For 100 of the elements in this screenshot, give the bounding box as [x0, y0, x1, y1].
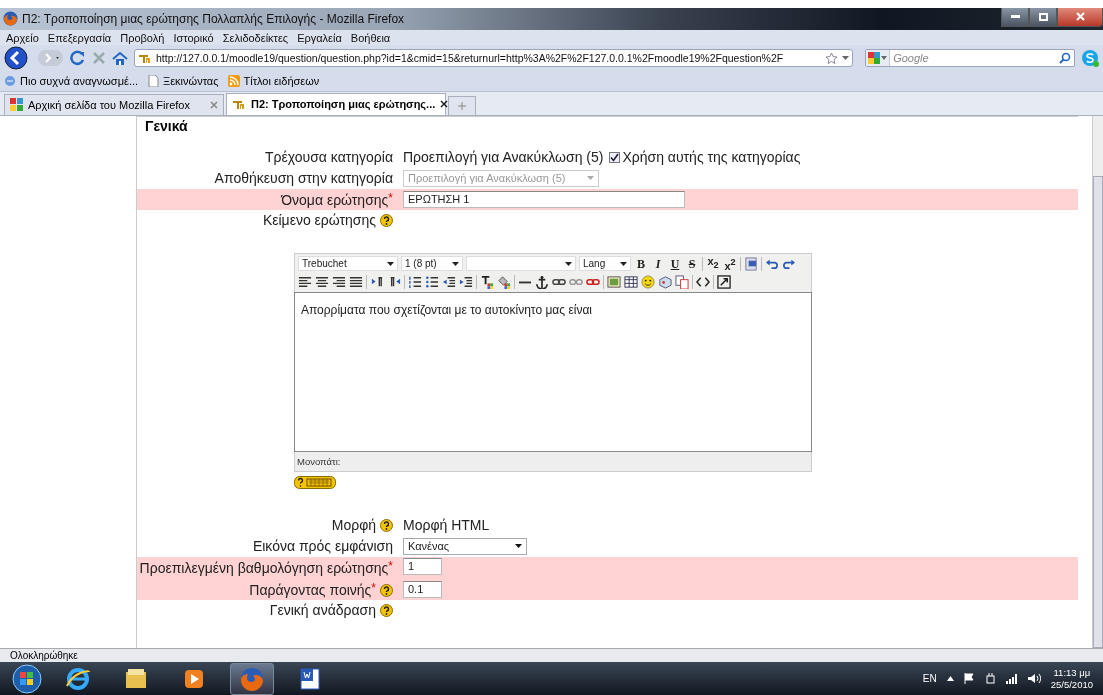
format-button[interactable]: S [685, 256, 699, 271]
align-left-icon[interactable] [298, 274, 312, 289]
format-button[interactable]: x$_{2}$ [706, 254, 720, 273]
search-replace-icon[interactable] [675, 274, 689, 289]
smiley-icon[interactable] [641, 274, 655, 289]
start-button-icon[interactable] [12, 663, 42, 694]
menu-item[interactable]: Σελιδοδείκτες [222, 31, 289, 44]
plus-icon [458, 101, 466, 110]
help-icon[interactable] [380, 213, 393, 227]
menu-item[interactable]: Αρχείο [6, 31, 39, 44]
input-field[interactable]: ΕΡΩΤΗΣΗ 1 [403, 190, 685, 208]
page-icon [147, 75, 160, 87]
field-label: Προεπιλεγμένη βαθμολόγηση ερώτησης [139, 559, 389, 576]
bullet-list-icon[interactable] [425, 274, 439, 289]
language-indicator[interactable]: EN [922, 673, 937, 685]
scrollbar-thumb[interactable] [1093, 175, 1103, 648]
field-label: Παράγοντας ποινής [249, 581, 372, 598]
browser-icon[interactable] [65, 665, 91, 692]
search-engine-icon [10, 98, 23, 112]
dropdown[interactable]: Κανένας [403, 537, 527, 555]
left-to-right-icon[interactable] [370, 274, 384, 289]
format-button[interactable]: x$^{2}$ [723, 254, 737, 273]
browser-tab[interactable]: Αρχική σελίδα του Mozilla Firefox [4, 93, 224, 115]
checkbox-label: Χρήση αυτής της κατηγορίας [622, 149, 801, 166]
align-right-icon[interactable] [332, 274, 346, 289]
bookmark-link[interactable]: Πιο συχνά αναγνωσμέ... [20, 75, 139, 87]
align-center-icon[interactable] [315, 274, 329, 289]
help-icon[interactable] [380, 583, 393, 597]
menu-item[interactable]: Προβολή [120, 31, 165, 44]
address-field[interactable]: http://127.0.0.1/moodle19/question/question.php?id=1&cmid=15&returnurl=http%3A%2F%2F127.0.0.1%2Fmoodle19%2Fquestion%2F [134, 49, 854, 68]
menu-item[interactable]: Επεξεργασία [47, 31, 112, 44]
numbered-list-icon[interactable] [408, 274, 422, 289]
justify-icon[interactable] [349, 274, 363, 289]
table-icon[interactable] [624, 274, 638, 289]
caret-icon [452, 261, 459, 266]
field-value: Μορφή HTML [403, 517, 490, 534]
maximize-icon [1038, 12, 1048, 21]
input-field[interactable]: 0.1 [403, 580, 442, 598]
check-icon [610, 152, 620, 162]
browser-tab[interactable]: Π2: Τροποποίηση μιας ερώτησης... [226, 92, 446, 115]
input-field[interactable]: 1 [403, 557, 442, 575]
firefox-icon[interactable] [239, 665, 265, 692]
editor-text-area[interactable]: Απορρίματα που σχετίζονται με το αυτοκίνητο μας είναι [294, 291, 812, 452]
help-keyboard-icon[interactable] [294, 475, 336, 489]
format-button[interactable]: B [634, 256, 648, 271]
site-icon [232, 98, 246, 111]
fullscreen-icon[interactable] [717, 274, 731, 289]
flag-icon[interactable] [963, 673, 975, 685]
format-button[interactable]: U [668, 256, 682, 271]
dropdown[interactable]: Trebuchet [298, 256, 398, 272]
required-mark: * [388, 558, 393, 573]
text-color-icon[interactable] [480, 274, 494, 289]
field-label: Αποθήκευση στην κατηγορία [214, 169, 393, 186]
help-icon[interactable] [380, 518, 393, 532]
skype-icon[interactable] [1081, 49, 1099, 68]
checkbox[interactable] [609, 151, 621, 163]
bookmark-link[interactable]: Ξεκινώντας [163, 75, 219, 87]
bookmark-link[interactable]: Τίτλοι ειδήσεων [243, 75, 320, 87]
caret-icon [515, 544, 522, 549]
fill-color-icon[interactable] [497, 274, 511, 289]
outdent-icon[interactable] [442, 274, 456, 289]
search-icon[interactable] [1059, 52, 1071, 65]
menu-item[interactable]: Βοήθεια [350, 31, 391, 44]
volume-icon[interactable] [1027, 673, 1041, 685]
menu-item[interactable]: Ιστορικό [173, 31, 214, 44]
indent-icon[interactable] [459, 274, 473, 289]
character-map-icon[interactable] [658, 274, 672, 289]
close-icon [1075, 12, 1085, 22]
word-paste-icon[interactable] [744, 256, 758, 271]
help-icon[interactable] [380, 603, 393, 617]
rss-icon [227, 75, 240, 87]
format-button[interactable]: I [651, 256, 665, 271]
search-engine-icon [868, 52, 881, 65]
field-value: Προεπιλογή για Ανακύκλωση (5) [403, 149, 604, 166]
field-label: Όνομα ερώτησης [281, 191, 389, 208]
section-legend: Γενικά [143, 118, 190, 133]
dropdown-icon [881, 56, 888, 61]
required-mark: * [388, 190, 393, 205]
clock[interactable]: 11:13 μμ 25/5/2010 [1050, 666, 1093, 691]
reload-icon[interactable] [70, 50, 86, 67]
dropdown-icon[interactable] [842, 56, 850, 61]
star-icon[interactable] [825, 51, 839, 65]
signal-icon[interactable] [1005, 673, 1018, 684]
minimize-icon [1010, 15, 1020, 19]
required-mark: * [371, 580, 376, 595]
caret-icon [587, 176, 594, 181]
word-processor-icon[interactable] [297, 665, 323, 692]
menu-item[interactable]: Εργαλεία [297, 31, 342, 44]
field-label: Μορφή [331, 516, 376, 533]
up-arrow-icon[interactable] [946, 676, 954, 682]
field-label: Τρέχουσα κατηγορία [265, 148, 393, 165]
dropdown[interactable]: Lang [579, 256, 631, 272]
close-icon[interactable] [440, 100, 449, 109]
anchor-icon[interactable] [535, 274, 549, 289]
status-text: Ολοκληρώθηκε [10, 650, 78, 661]
caret-icon [387, 261, 394, 266]
search-field[interactable]: Google [865, 49, 1075, 68]
dropdown[interactable]: 1 (8 pt) [401, 256, 463, 272]
power-icon[interactable] [984, 673, 996, 685]
home-icon[interactable] [112, 50, 128, 66]
